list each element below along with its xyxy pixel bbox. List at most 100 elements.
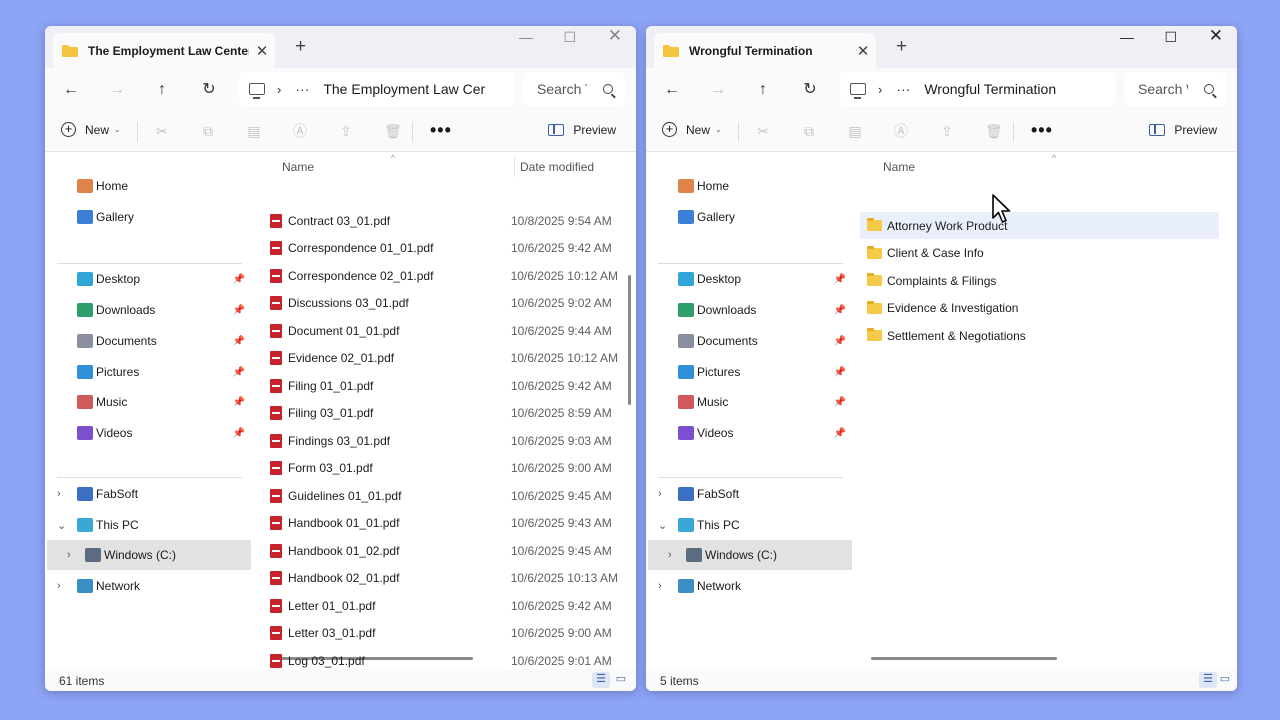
sidebar-item-music[interactable]: Music 📌 xyxy=(45,387,249,417)
rename-icon[interactable]: Ⓐ xyxy=(893,123,909,139)
preview-button[interactable]: Preview xyxy=(548,123,616,137)
sidebar-item-network[interactable]: › Network xyxy=(45,571,249,601)
address-bar[interactable]: › ··· The Employment Law Cer xyxy=(239,72,515,106)
forward-arrow-icon[interactable]: → xyxy=(704,77,732,103)
sidebar-item-network[interactable]: › Network xyxy=(646,571,850,601)
sidebar-item-windows-c[interactable]: › Windows (C:) xyxy=(648,540,852,570)
sidebar-item-fabsoft[interactable]: › FabSoft xyxy=(45,479,249,509)
file-row[interactable]: Handbook 01_01.pdf 10/6/2025 9:43 AM xyxy=(263,510,618,537)
ellipsis-icon[interactable]: ··· xyxy=(295,81,309,97)
sidebar-item-downloads[interactable]: Downloads 📌 xyxy=(646,295,850,325)
cut-icon[interactable]: ✂ xyxy=(154,123,170,139)
back-arrow-icon[interactable]: ← xyxy=(57,77,85,103)
sidebar-item-desktop[interactable]: Desktop 📌 xyxy=(45,264,249,294)
file-row[interactable]: Letter 03_01.pdf 10/6/2025 9:00 AM xyxy=(263,620,618,647)
file-row[interactable]: Letter 01_01.pdf 10/6/2025 9:42 AM xyxy=(263,592,618,619)
sidebar-item-home[interactable]: Home xyxy=(45,171,249,201)
sidebar-item-gallery[interactable]: Gallery xyxy=(646,202,850,232)
sidebar-item-windows-c[interactable]: › Windows (C:) xyxy=(47,540,251,570)
tiles-view-icon[interactable]: ▭ xyxy=(1216,672,1234,688)
folder-row[interactable]: Evidence & Investigation xyxy=(860,295,1219,322)
search-input[interactable]: Search W xyxy=(1124,72,1226,106)
chevron-down-icon[interactable]: ⌄ xyxy=(57,519,66,532)
file-row[interactable]: Handbook 01_02.pdf 10/6/2025 9:45 AM xyxy=(263,537,618,564)
chevron-right-icon[interactable]: › xyxy=(658,488,662,500)
tab-employment-law-center[interactable]: The Employment Law Center ✕ xyxy=(53,33,275,68)
sidebar-item-gallery[interactable]: Gallery xyxy=(45,202,249,232)
close-window-button[interactable]: ✕ xyxy=(1209,26,1223,46)
close-window-button[interactable]: ✕ xyxy=(608,26,622,46)
tiles-view-icon[interactable]: ▭ xyxy=(612,672,630,688)
more-options-icon[interactable]: ••• xyxy=(430,120,452,141)
file-row[interactable]: Guidelines 01_01.pdf 10/6/2025 9:45 AM xyxy=(263,482,618,509)
copy-icon[interactable]: ⧉ xyxy=(200,123,216,139)
chevron-right-icon[interactable]: › xyxy=(668,549,672,561)
cut-icon[interactable]: ✂ xyxy=(755,123,771,139)
chevron-right-icon[interactable]: › xyxy=(67,549,71,561)
refresh-icon[interactable]: ↻ xyxy=(195,77,223,103)
copy-icon[interactable]: ⧉ xyxy=(801,123,817,139)
chevron-right-icon[interactable]: › xyxy=(878,82,882,97)
delete-icon[interactable]: 🗑 xyxy=(985,123,1003,139)
sidebar-item-fabsoft[interactable]: › FabSoft xyxy=(646,479,850,509)
file-row[interactable]: Document 01_01.pdf 10/6/2025 9:44 AM xyxy=(263,317,618,344)
file-row[interactable]: Correspondence 01_01.pdf 10/6/2025 9:42 A… xyxy=(263,235,618,262)
file-row[interactable]: Findings 03_01.pdf 10/6/2025 9:03 AM xyxy=(263,427,618,454)
column-divider[interactable] xyxy=(514,157,515,177)
forward-arrow-icon[interactable]: → xyxy=(103,77,131,103)
maximize-button[interactable]: ☐ xyxy=(563,29,576,46)
chevron-right-icon[interactable]: › xyxy=(277,82,281,97)
folder-row[interactable]: Attorney Work Product xyxy=(860,212,1219,239)
chevron-right-icon[interactable]: › xyxy=(658,580,662,592)
sidebar-item-videos[interactable]: Videos 📌 xyxy=(646,418,850,448)
minimize-button[interactable]: — xyxy=(1120,29,1134,45)
column-header-name[interactable]: Name xyxy=(282,160,314,174)
sidebar-item-this-pc[interactable]: ⌄ This PC xyxy=(646,510,850,540)
chevron-right-icon[interactable]: › xyxy=(57,580,61,592)
preview-button[interactable]: Preview xyxy=(1149,123,1217,137)
refresh-icon[interactable]: ↻ xyxy=(796,77,824,103)
close-tab-icon[interactable]: ✕ xyxy=(850,42,876,60)
sidebar-item-pictures[interactable]: Pictures 📌 xyxy=(646,357,850,387)
new-button[interactable]: + New ⌄ xyxy=(61,122,121,137)
more-options-icon[interactable]: ••• xyxy=(1031,120,1053,141)
up-arrow-icon[interactable]: ↑ xyxy=(148,77,176,103)
up-arrow-icon[interactable]: ↑ xyxy=(749,77,777,103)
file-row[interactable]: Form 03_01.pdf 10/6/2025 9:00 AM xyxy=(263,455,618,482)
chevron-down-icon[interactable]: ⌄ xyxy=(658,519,667,532)
folder-row[interactable]: Complaints & Filings xyxy=(860,267,1219,294)
folder-row[interactable]: Settlement & Negotiations xyxy=(860,322,1219,349)
file-row[interactable]: Evidence 02_01.pdf 10/6/2025 10:12 AM xyxy=(263,345,618,372)
tab-wrongful-termination[interactable]: Wrongful Termination ✕ xyxy=(654,33,876,68)
file-row[interactable]: Handbook 02_01.pdf 10/6/2025 10:13 AM xyxy=(263,565,618,592)
file-row[interactable]: Discussions 03_01.pdf 10/6/2025 9:02 AM xyxy=(263,290,618,317)
search-input[interactable]: Search T xyxy=(523,72,625,106)
sidebar-item-desktop[interactable]: Desktop 📌 xyxy=(646,264,850,294)
rename-icon[interactable]: Ⓐ xyxy=(292,123,308,139)
paste-icon[interactable]: ▤ xyxy=(246,123,262,139)
details-view-icon[interactable]: ☰ xyxy=(592,672,610,688)
new-tab-button[interactable]: + xyxy=(896,36,907,58)
chevron-right-icon[interactable]: › xyxy=(57,488,61,500)
file-row[interactable]: Filing 03_01.pdf 10/6/2025 8:59 AM xyxy=(263,400,618,427)
sidebar-item-downloads[interactable]: Downloads 📌 xyxy=(45,295,249,325)
address-bar[interactable]: › ··· Wrongful Termination xyxy=(840,72,1116,106)
column-header-name[interactable]: Name xyxy=(883,160,915,174)
delete-icon[interactable]: 🗑 xyxy=(384,123,402,139)
back-arrow-icon[interactable]: ← xyxy=(658,77,686,103)
sidebar-item-documents[interactable]: Documents 📌 xyxy=(45,326,249,356)
file-row[interactable]: Contract 03_01.pdf 10/8/2025 9:54 AM xyxy=(263,207,618,234)
paste-icon[interactable]: ▤ xyxy=(847,123,863,139)
sidebar-item-music[interactable]: Music 📌 xyxy=(646,387,850,417)
details-view-icon[interactable]: ☰ xyxy=(1199,672,1217,688)
file-row[interactable]: Correspondence 02_01.pdf 10/6/2025 10:12 … xyxy=(263,262,618,289)
ellipsis-icon[interactable]: ··· xyxy=(896,81,910,97)
new-tab-button[interactable]: + xyxy=(295,36,306,58)
folder-row[interactable]: Client & Case Info xyxy=(860,240,1219,267)
column-header-date[interactable]: Date modified xyxy=(520,160,594,174)
file-row[interactable]: Filing 01_01.pdf 10/6/2025 9:42 AM xyxy=(263,372,618,399)
sidebar-item-home[interactable]: Home xyxy=(646,171,850,201)
minimize-button[interactable]: — xyxy=(519,29,533,45)
sidebar-item-documents[interactable]: Documents 📌 xyxy=(646,326,850,356)
share-icon[interactable]: ⇪ xyxy=(338,123,354,139)
